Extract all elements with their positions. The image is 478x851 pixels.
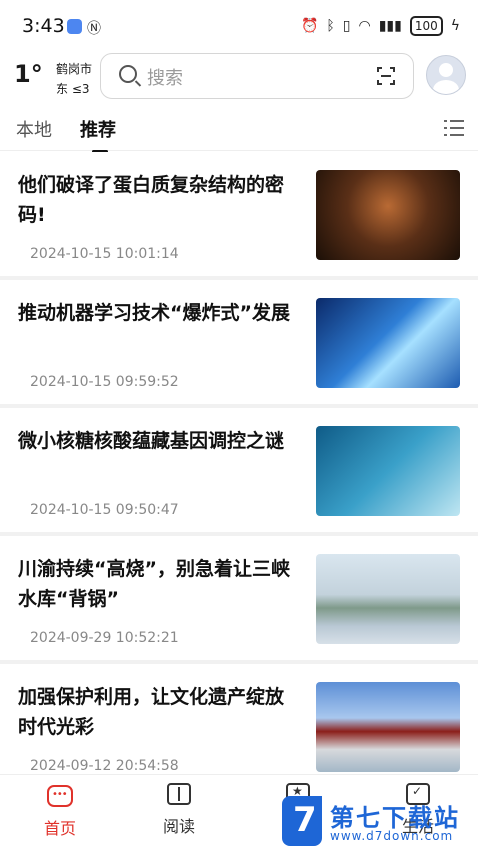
scan-icon[interactable] [377,67,395,85]
article-title: 微小核糖核酸蕴藏基因调控之谜 [18,430,285,452]
news-feed[interactable]: 他们破译了蛋白质复杂结构的密码! 2024-10-15 10:01:14 推动机… [0,152,478,774]
list-item[interactable]: 他们破译了蛋白质复杂结构的密码! 2024-10-15 10:01:14 [0,152,478,276]
charging-icon: ϟ [450,18,460,34]
book-icon [167,783,191,805]
status-bar: 3:43 Ⓝ ⏰ ᛒ ▯ ◠ ▮▮▮ 100 ϟ [0,0,478,50]
article-time: 2024-09-29 10:52:21 [30,630,179,646]
app-header: 1° 鹤岗市 东 ≤3 搜索 [0,50,478,102]
status-time: 3:43 [22,15,65,37]
search-icon [119,65,137,83]
search-placeholder: 搜索 [147,68,183,89]
article-time: 2024-10-15 09:59:52 [30,374,179,390]
article-thumbnail [316,426,460,516]
article-thumbnail [316,682,460,772]
list-item[interactable]: 微小核糖核酸蕴藏基因调控之谜 2024-10-15 09:50:47 [0,408,478,532]
list-item[interactable]: 推动机器学习技术“爆炸式”发展 2024-10-15 09:59:52 [0,280,478,404]
article-time: 2024-10-15 10:01:14 [30,246,179,262]
watermark-logo: 第七下载站 www.d7down.com [282,796,472,848]
article-thumbnail [316,170,460,260]
list-item[interactable]: 加强保护利用，让文化遗产绽放时代光彩 2024-09-12 20:54:58 [0,664,478,774]
nav-label: 阅读 [162,817,195,836]
channel-tabs: 本地 推荐 [0,104,478,153]
tab-local[interactable]: 本地 [16,116,52,142]
article-thumbnail [316,554,460,644]
article-title: 他们破译了蛋白质复杂结构的密码! [18,174,285,226]
nav-home[interactable]: 首页 [20,783,100,839]
app-notification-icon [67,19,82,34]
wifi-icon: ◠ [358,18,371,34]
temperature: 1° [14,60,43,88]
nfc-icon: Ⓝ [87,21,101,37]
signal-icon: ▮▮▮ [378,18,402,34]
avatar[interactable] [426,55,466,95]
article-time: 2024-10-15 09:50:47 [30,502,179,518]
article-title: 推动机器学习技术“爆炸式”发展 [18,302,290,324]
vibrate-icon: ▯ [342,18,351,34]
alarm-icon: ⏰ [300,18,319,34]
search-input[interactable]: 搜索 [100,53,414,99]
channel-menu-icon[interactable] [444,120,464,136]
watermark-url: www.d7down.com [330,829,454,843]
nav-read[interactable]: 阅读 [139,783,219,837]
watermark-name: 第七下载站 [330,804,460,832]
article-title: 川渝持续“高烧”，别急着让三峡水库“背锅” [18,558,290,610]
list-item[interactable]: 川渝持续“高烧”，别急着让三峡水库“背锅” 2024-09-29 10:52:2… [0,536,478,660]
article-title: 加强保护利用，让文化遗产绽放时代光彩 [18,686,285,738]
home-icon [47,785,73,807]
watermark-badge [282,796,322,846]
battery-icon: 100 [409,16,443,36]
article-time: 2024-09-12 20:54:58 [30,758,179,774]
bluetooth-icon: ᛒ [326,18,335,34]
nav-label: 首页 [43,819,76,838]
tab-recommend[interactable]: 推荐 [80,116,116,153]
status-icons: ⏰ ᛒ ▯ ◠ ▮▮▮ 100 ϟ [301,16,460,36]
article-thumbnail [316,298,460,388]
